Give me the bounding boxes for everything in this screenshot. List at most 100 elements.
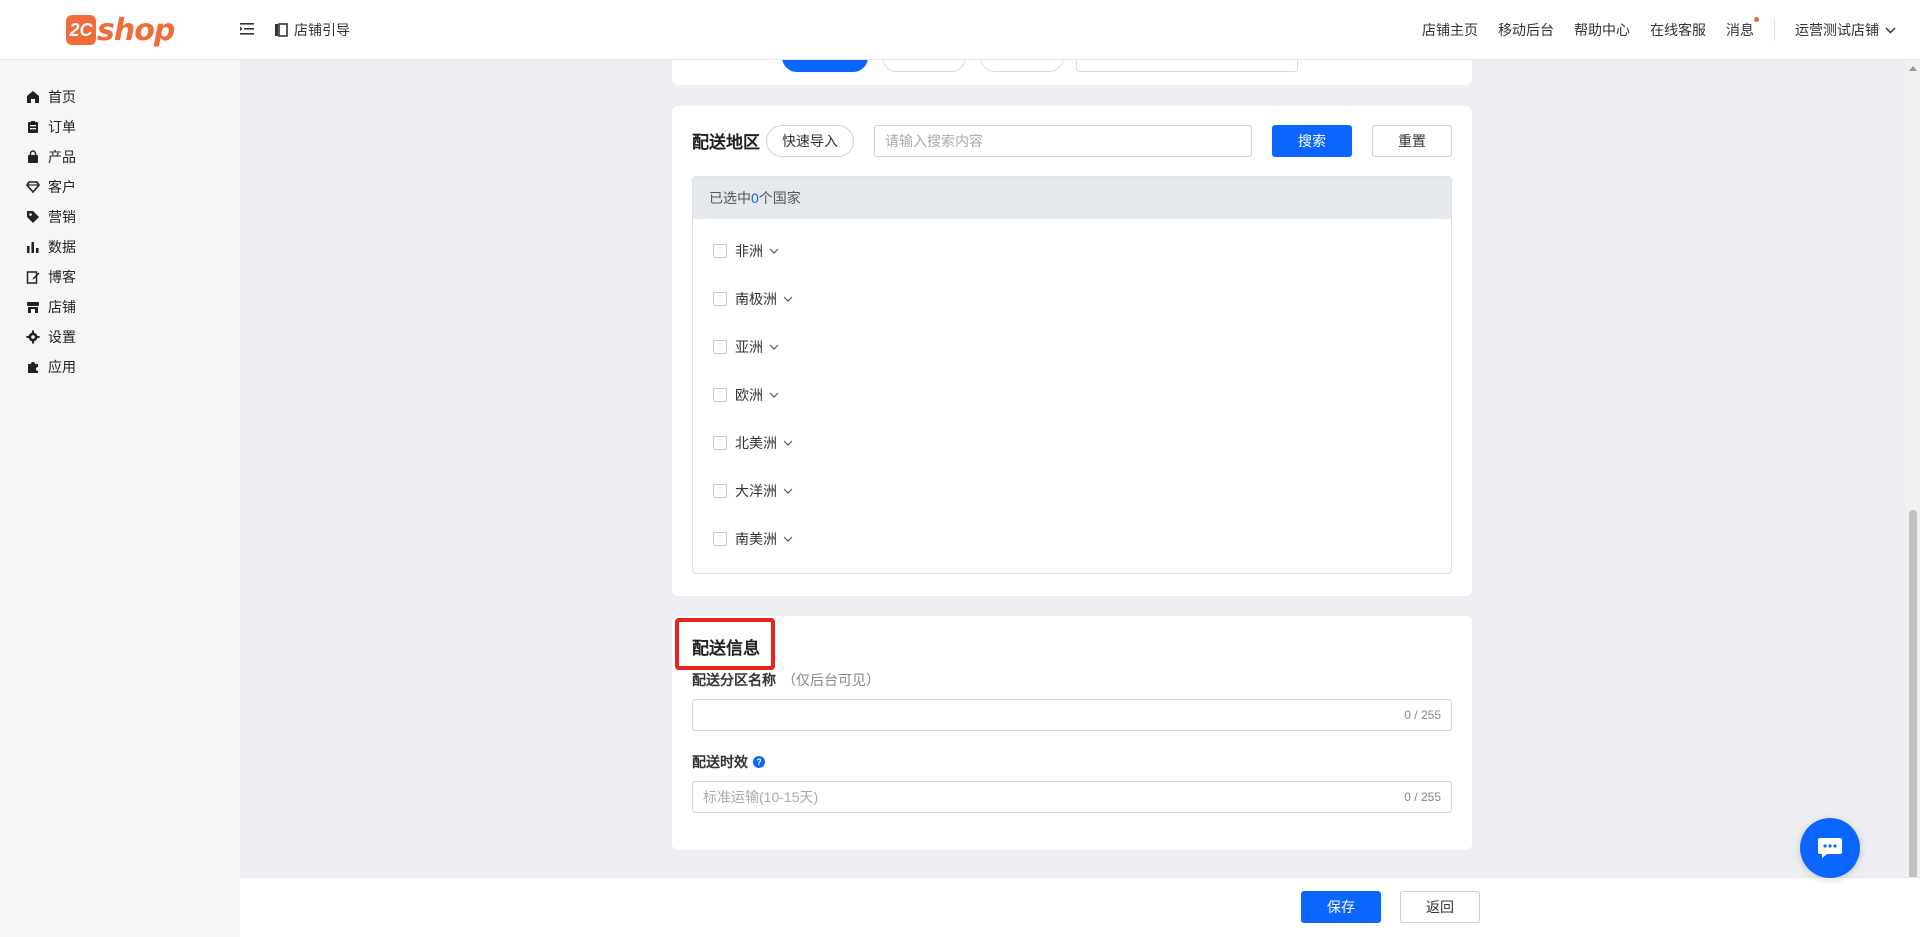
method-tab[interactable] [980, 60, 1064, 72]
chevron-down-icon[interactable] [769, 248, 779, 254]
timeliness-field[interactable]: 0 / 255 [692, 781, 1452, 813]
action-footer: 保存 返回 [240, 877, 1920, 937]
region-checkbox[interactable] [713, 532, 727, 546]
sidebar-item-data[interactable]: 数据 [26, 237, 76, 257]
selected-count: 0 [751, 190, 759, 206]
region-label: 南极洲 [735, 291, 777, 307]
help-icon[interactable]: ? [753, 756, 765, 768]
chat-button[interactable] [1800, 818, 1860, 878]
nav-help-center[interactable]: 帮助中心 [1574, 20, 1630, 40]
region-label: 南美洲 [735, 531, 777, 547]
region-item-europe[interactable]: 欧洲 [713, 385, 779, 405]
chevron-down-icon[interactable] [769, 344, 779, 350]
chevron-down-icon[interactable] [783, 440, 793, 446]
nav-messages-label: 消息 [1726, 22, 1754, 38]
selected-suffix: 个国家 [758, 190, 801, 206]
timeliness-label-text: 配送时效 [692, 754, 748, 770]
region-item-south-america[interactable]: 南美洲 [713, 529, 793, 549]
region-checkbox[interactable] [713, 340, 727, 354]
nav-online-service[interactable]: 在线客服 [1650, 20, 1706, 40]
sidebar-item-label: 产品 [48, 149, 76, 165]
region-item-north-america[interactable]: 北美洲 [713, 433, 793, 453]
chevron-down-icon[interactable] [783, 488, 793, 494]
puzzle-icon [28, 362, 38, 373]
region-item-oceania[interactable]: 大洋洲 [713, 481, 793, 501]
shipping-method-card [672, 60, 1472, 85]
chat-bubble-icon [1818, 838, 1842, 858]
store-guide-link[interactable]: 店铺引导 [274, 20, 350, 40]
sidebar-item-label: 博客 [48, 269, 76, 285]
chevron-down-icon[interactable] [769, 392, 779, 398]
tag-icon [27, 211, 39, 223]
region-item-asia[interactable]: 亚洲 [713, 337, 779, 357]
selected-prefix: 已选中 [709, 190, 751, 206]
sidebar-item-products[interactable]: 产品 [26, 147, 76, 167]
diamond-icon [26, 181, 40, 194]
quick-import-button[interactable]: 快速导入 [766, 125, 854, 157]
clipboard-icon [28, 121, 38, 133]
bar-chart-icon [27, 242, 39, 253]
zone-name-input[interactable] [693, 700, 1373, 730]
timeliness-counter: 0 / 255 [1404, 790, 1441, 804]
nav-mobile-admin[interactable]: 移动后台 [1498, 20, 1554, 40]
region-item-antarctica[interactable]: 南极洲 [713, 289, 793, 309]
region-label: 亚洲 [735, 339, 763, 355]
sidebar-item-label: 客户 [48, 179, 76, 195]
method-tab-active[interactable] [782, 60, 868, 72]
store-guide-label: 店铺引导 [294, 22, 350, 38]
region-label: 非洲 [735, 243, 763, 259]
nav-messages[interactable]: 消息 [1726, 17, 1759, 40]
region-checkbox[interactable] [713, 292, 727, 306]
region-list: 已选中 0 个国家 非洲 南极洲 亚洲 欧洲 北美洲 大洋洲 南美洲 [692, 176, 1452, 574]
delivery-info-card: 配送信息 配送分区名称 （仅后台可见） 0 / 255 配送时效 ? 0 / 2… [672, 616, 1472, 850]
chevron-down-icon[interactable] [783, 296, 793, 302]
zone-name-label-text: 配送分区名称 [692, 672, 776, 688]
region-label: 欧洲 [735, 387, 763, 403]
region-checkbox[interactable] [713, 244, 727, 258]
method-tab[interactable] [882, 60, 966, 72]
reset-button[interactable]: 重置 [1372, 125, 1452, 157]
sidebar-item-label: 订单 [48, 119, 76, 135]
logo[interactable]: 2C shop [66, 10, 175, 50]
zone-name-field[interactable]: 0 / 255 [692, 699, 1452, 731]
search-button[interactable]: 搜索 [1272, 125, 1352, 157]
region-label: 大洋洲 [735, 483, 777, 499]
sidebar-item-store[interactable]: 店铺 [26, 297, 76, 317]
chevron-down-icon [1885, 27, 1896, 33]
top-header: 2C shop 店铺引导 店铺主页 移动后台 帮助中心 在线客服 消息 运营测试… [0, 0, 1920, 60]
store-switcher[interactable]: 运营测试店铺 [1795, 20, 1896, 40]
bag-icon [28, 150, 38, 163]
scrollbar-thumb[interactable] [1909, 510, 1917, 880]
notification-dot [1754, 17, 1759, 22]
sidebar-item-orders[interactable]: 订单 [26, 117, 76, 137]
sidebar-item-marketing[interactable]: 营销 [26, 207, 76, 227]
sidebar-item-apps[interactable]: 应用 [26, 357, 76, 377]
save-button[interactable]: 保存 [1301, 891, 1381, 923]
sidebar-item-label: 营销 [48, 209, 76, 225]
sidebar-item-blog[interactable]: 博客 [26, 267, 76, 287]
logo-text: shop [97, 12, 175, 48]
region-item-africa[interactable]: 非洲 [713, 241, 779, 261]
region-label: 北美洲 [735, 435, 777, 451]
scrollbar[interactable] [1906, 60, 1920, 880]
logo-mark: 2C [66, 15, 96, 45]
zone-name-note: （仅后台可见） [782, 672, 880, 688]
menu-toggle-icon[interactable] [240, 20, 256, 38]
nav-store-home[interactable]: 店铺主页 [1422, 20, 1478, 40]
region-checkbox[interactable] [713, 388, 727, 402]
region-checkbox[interactable] [713, 436, 727, 450]
region-search-input[interactable] [874, 125, 1252, 157]
sidebar-item-settings[interactable]: 设置 [26, 327, 76, 347]
timeliness-input[interactable] [693, 782, 1373, 812]
sidebar-item-label: 应用 [48, 359, 76, 375]
region-checkbox[interactable] [713, 484, 727, 498]
scroll-up-icon[interactable] [1909, 66, 1917, 71]
region-title: 配送地区 [692, 133, 760, 152]
selected-count-header: 已选中 0 个国家 [693, 177, 1451, 219]
home-icon [27, 91, 39, 103]
chevron-down-icon[interactable] [783, 536, 793, 542]
back-button[interactable]: 返回 [1400, 891, 1480, 923]
sidebar-item-home[interactable]: 首页 [26, 87, 76, 107]
method-input[interactable] [1076, 60, 1298, 72]
sidebar-item-customers[interactable]: 客户 [26, 177, 76, 197]
